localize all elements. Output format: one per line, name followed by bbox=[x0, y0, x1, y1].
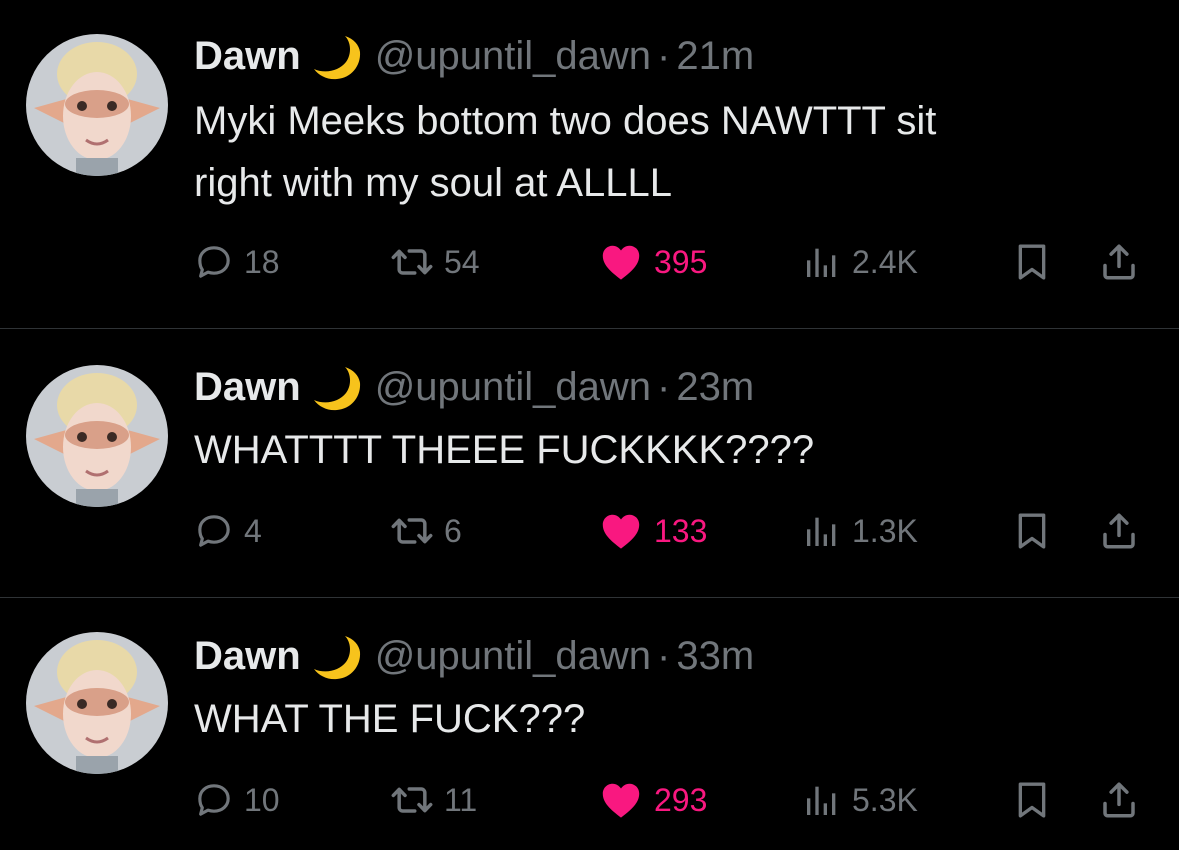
views-button[interactable]: 1.3K bbox=[802, 501, 918, 561]
handle[interactable]: @upuntil_dawn bbox=[375, 34, 651, 79]
views-icon bbox=[802, 511, 842, 551]
bookmark-icon bbox=[1012, 780, 1052, 820]
display-name[interactable]: Dawn bbox=[194, 34, 301, 79]
retweet-button[interactable]: 54 bbox=[390, 232, 480, 292]
dot-separator: · bbox=[657, 633, 671, 678]
reply-icon bbox=[194, 780, 234, 820]
display-name[interactable]: Dawn bbox=[194, 365, 301, 410]
retweet-icon bbox=[390, 240, 434, 284]
dot-separator: · bbox=[657, 364, 671, 409]
retweet-count: 11 bbox=[444, 781, 478, 818]
like-button[interactable]: 293 bbox=[598, 770, 707, 830]
action-bar: 10 11 293 5.3K bbox=[194, 770, 1154, 830]
avatar[interactable] bbox=[26, 632, 168, 774]
avatar[interactable] bbox=[26, 365, 168, 507]
tweet-text-line: Myki Meeks bottom two does NAWTTT sit bbox=[194, 99, 937, 143]
crescent-moon-icon bbox=[305, 363, 365, 411]
views-icon bbox=[802, 780, 842, 820]
tweet-text: Myki Meeks bottom two does NAWTTT sit ri… bbox=[194, 90, 1144, 214]
action-bar: 18 54 395 2.4K bbox=[194, 232, 1154, 292]
reply-button[interactable]: 18 bbox=[194, 232, 280, 292]
tweet-text: WHAT THE FUCK??? bbox=[194, 688, 1144, 750]
reply-button[interactable]: 4 bbox=[194, 501, 262, 561]
crescent-moon-icon bbox=[305, 632, 365, 680]
reply-button[interactable]: 10 bbox=[194, 770, 280, 830]
reply-count: 4 bbox=[244, 512, 262, 549]
share-icon bbox=[1098, 241, 1140, 283]
views-button[interactable]: 5.3K bbox=[802, 770, 918, 830]
views-icon bbox=[802, 242, 842, 282]
like-button[interactable]: 395 bbox=[598, 232, 707, 292]
bookmark-button[interactable] bbox=[1012, 501, 1052, 561]
retweet-button[interactable]: 6 bbox=[390, 501, 462, 561]
bookmark-icon bbox=[1012, 242, 1052, 282]
share-icon bbox=[1098, 779, 1140, 821]
share-button[interactable] bbox=[1098, 501, 1140, 561]
tweet-header: Dawn @upuntil_dawn · 33m bbox=[194, 626, 754, 686]
views-count: 2.4K bbox=[852, 243, 918, 280]
heart-icon bbox=[598, 239, 644, 285]
handle[interactable]: @upuntil_dawn bbox=[375, 634, 651, 679]
timestamp[interactable]: 21m bbox=[676, 34, 754, 79]
reply-count: 18 bbox=[244, 243, 280, 280]
retweet-count: 54 bbox=[444, 243, 480, 280]
bookmark-button[interactable] bbox=[1012, 232, 1052, 292]
display-name[interactable]: Dawn bbox=[194, 634, 301, 679]
tweet-2[interactable]: Dawn @upuntil_dawn · 23m WHATTTT THEEE F… bbox=[0, 329, 1179, 597]
crescent-moon-icon bbox=[305, 32, 365, 80]
reply-icon bbox=[194, 511, 234, 551]
bookmark-button[interactable] bbox=[1012, 770, 1052, 830]
share-button[interactable] bbox=[1098, 232, 1140, 292]
reply-count: 10 bbox=[244, 781, 280, 818]
like-count: 133 bbox=[654, 512, 708, 549]
retweet-icon bbox=[390, 509, 434, 553]
share-icon bbox=[1098, 510, 1140, 552]
heart-icon bbox=[598, 508, 644, 554]
timestamp[interactable]: 23m bbox=[676, 365, 754, 410]
tweet-text: WHATTTT THEEE FUCKKKK???? bbox=[194, 419, 1144, 481]
views-count: 1.3K bbox=[852, 512, 918, 549]
action-bar: 4 6 133 1.3K bbox=[194, 501, 1154, 561]
bookmark-icon bbox=[1012, 511, 1052, 551]
share-button[interactable] bbox=[1098, 770, 1140, 830]
avatar[interactable] bbox=[26, 34, 168, 176]
views-count: 5.3K bbox=[852, 781, 918, 818]
dot-separator: · bbox=[657, 33, 671, 78]
tweet-text-line: WHATTTT THEEE FUCKKKK???? bbox=[194, 428, 815, 472]
tweet-header: Dawn @upuntil_dawn · 21m bbox=[194, 26, 754, 86]
tweet-text-line: WHAT THE FUCK??? bbox=[194, 697, 586, 741]
reply-icon bbox=[194, 242, 234, 282]
tweet-1[interactable]: Dawn @upuntil_dawn · 21m Myki Meeks bott… bbox=[0, 0, 1179, 328]
timestamp[interactable]: 33m bbox=[676, 634, 754, 679]
views-button[interactable]: 2.4K bbox=[802, 232, 918, 292]
retweet-count: 6 bbox=[444, 512, 462, 549]
retweet-button[interactable]: 11 bbox=[390, 770, 477, 830]
tweet-text-line: right with my soul at ALLLL bbox=[194, 161, 673, 205]
like-count: 293 bbox=[654, 781, 708, 818]
like-button[interactable]: 133 bbox=[598, 501, 707, 561]
heart-icon bbox=[598, 777, 644, 823]
tweet-3[interactable]: Dawn @upuntil_dawn · 33m WHAT THE FUCK??… bbox=[0, 598, 1179, 850]
retweet-icon bbox=[390, 778, 434, 822]
tweet-header: Dawn @upuntil_dawn · 23m bbox=[194, 357, 754, 417]
more-options-icon[interactable] bbox=[1091, 26, 1131, 86]
handle[interactable]: @upuntil_dawn bbox=[375, 365, 651, 410]
like-count: 395 bbox=[654, 243, 708, 280]
